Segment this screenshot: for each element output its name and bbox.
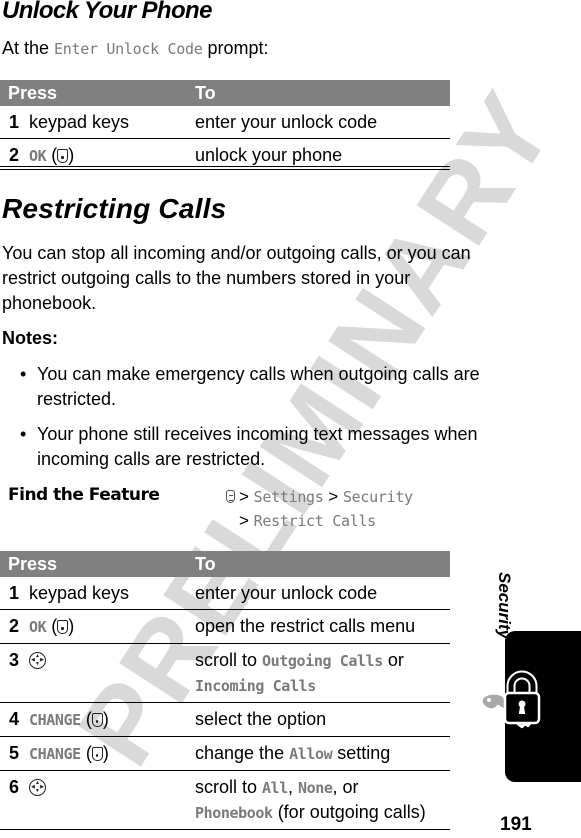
header-to: To <box>195 80 450 106</box>
note-item: • You can make emergency calls when outgo… <box>20 362 480 412</box>
paren: ( <box>85 709 92 729</box>
header-press: Press <box>0 551 195 577</box>
step-action: scroll to All, None, or Phonebook (for o… <box>195 770 450 830</box>
table-header-row: Press To <box>0 551 450 577</box>
note-item: • Your phone still receives incoming text… <box>20 422 480 472</box>
option-phonebook: Phonebook <box>195 804 273 822</box>
section-side-label: Security <box>495 572 514 640</box>
step-action: enter your unlock code <box>195 106 450 139</box>
step-number: 1 <box>0 577 29 610</box>
table-row: 1 keypad keys enter your unlock code <box>0 577 450 610</box>
manual-page: Unlock Your Phone At the Enter Unlock Co… <box>0 0 581 838</box>
paren: ) <box>102 709 109 729</box>
lock-and-key-icon <box>480 670 541 729</box>
table-row: 4 CHANGE () select the option <box>0 702 450 737</box>
change-softkey-label: CHANGE <box>29 745 81 763</box>
find-feature-path: > Settings > Security > Restrict Calls <box>226 485 413 533</box>
menu-key-icon <box>226 490 235 503</box>
action-text: or <box>382 650 404 670</box>
bullet: • <box>20 364 27 384</box>
action-text: change the <box>195 743 290 763</box>
paren: ( <box>85 743 92 763</box>
table-header-row: Press To <box>0 80 450 106</box>
notes-label: Notes: <box>2 328 59 348</box>
table-row: 3 ▲ ▼ ◀ ▶ scroll to Outgoing Calls or Incom… <box>0 643 450 703</box>
nav-key-icon: ▲ ▼ ◀ ▶ <box>29 779 46 796</box>
path-line-2: > Restrict Calls <box>226 509 413 533</box>
path-settings: Settings <box>253 488 324 506</box>
bullet: • <box>20 424 27 444</box>
step-press: keypad keys <box>29 577 195 610</box>
note-text: You can make emergency calls when outgoi… <box>37 364 480 409</box>
ok-softkey-label: OK <box>29 618 47 636</box>
action-text: , or <box>332 777 359 797</box>
step-action: open the restrict calls menu <box>195 609 450 644</box>
action-text: scroll to <box>195 777 263 797</box>
step-action: change the Allow setting <box>195 736 450 771</box>
action-text: (for outgoing calls) <box>272 802 426 822</box>
option-outgoing-calls: Outgoing Calls <box>262 652 383 670</box>
paren: ) <box>102 743 109 763</box>
unlock-intro: At the Enter Unlock Code prompt: <box>2 38 269 59</box>
restrict-heading: Restricting Calls <box>2 193 227 224</box>
path-security: Security <box>342 488 413 506</box>
center-softkey-icon <box>57 620 69 634</box>
path-separator: > <box>239 511 249 530</box>
step-press: ▲ ▼ ◀ ▶ <box>29 770 195 830</box>
option-incoming-calls: Incoming Calls <box>195 677 316 695</box>
note-text: Your phone still receives incoming text … <box>37 424 478 469</box>
table-end-rule <box>0 169 450 173</box>
table-row: 6 ▲ ▼ ◀ ▶ scroll to All, None, or Phonebook… <box>0 770 450 830</box>
notes-list: • You can make emergency calls when outgo… <box>20 362 480 482</box>
step-number: 3 <box>0 643 29 703</box>
page-number: 191 <box>500 814 532 835</box>
action-text: setting <box>332 743 391 763</box>
intro-suffix: prompt: <box>202 38 269 58</box>
step-action: scroll to Outgoing Calls or Incoming Cal… <box>195 643 450 703</box>
header-to: To <box>195 551 450 577</box>
table-row: 5 CHANGE () change the Allow setting <box>0 736 450 771</box>
step-number: 6 <box>0 770 29 830</box>
step-number: 5 <box>0 736 29 771</box>
intro-prefix: At the <box>2 38 55 58</box>
action-text: , <box>287 777 298 797</box>
unlock-steps-table: Press To 1 keypad keys enter your unlock… <box>0 80 450 172</box>
nav-key-icon: ▲ ▼ ◀ ▶ <box>29 652 46 669</box>
header-press: Press <box>0 80 195 106</box>
restrict-intro-paragraph: You can stop all incoming and/or outgoin… <box>2 243 471 313</box>
unlock-heading: Unlock Your Phone <box>2 0 212 24</box>
find-feature-label: Find the Feature <box>8 485 160 505</box>
restrict-steps-table: Press To 1 keypad keys enter your unlock… <box>0 551 450 830</box>
path-separator: > <box>328 487 339 506</box>
prompt-code: Enter Unlock Code <box>54 40 203 58</box>
option-allow: Allow <box>289 745 333 763</box>
step-number: 4 <box>0 702 29 737</box>
option-all: All <box>262 779 288 797</box>
paren: ) <box>68 616 75 636</box>
step-action: enter your unlock code <box>195 577 450 610</box>
step-press: CHANGE () <box>29 736 195 771</box>
step-press: keypad keys <box>29 106 195 139</box>
path-restrict-calls: Restrict Calls <box>253 512 377 530</box>
step-press: OK () <box>29 609 195 644</box>
step-press: ▲ ▼ ◀ ▶ <box>29 643 195 703</box>
step-action: select the option <box>195 702 450 737</box>
step-press: CHANGE () <box>29 702 195 737</box>
center-softkey-icon <box>91 747 103 761</box>
path-separator: > <box>239 487 249 506</box>
table-row: 2 OK () open the restrict calls menu <box>0 609 450 644</box>
change-softkey-label: CHANGE <box>29 711 81 729</box>
center-softkey-icon <box>57 149 69 163</box>
ok-softkey-label: OK <box>29 147 47 165</box>
path-line-1: > Settings > Security <box>226 485 413 509</box>
paren: ) <box>68 145 75 165</box>
option-none: None <box>297 779 333 797</box>
step-number: 1 <box>0 106 29 139</box>
table-row: 1 keypad keys enter your unlock code <box>0 106 450 139</box>
step-number: 2 <box>0 609 29 644</box>
center-softkey-icon <box>91 713 103 727</box>
action-text: scroll to <box>195 650 263 670</box>
